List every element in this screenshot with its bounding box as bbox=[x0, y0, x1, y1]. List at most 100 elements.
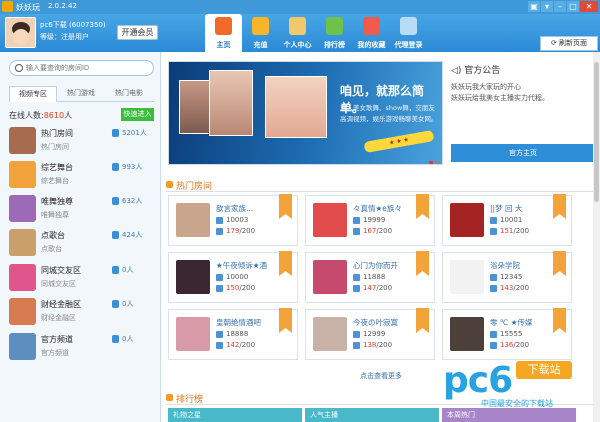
room-name: 々真情★e族々 bbox=[353, 204, 402, 213]
room-name: 浴朵学院 bbox=[490, 261, 520, 270]
room-online: 167 bbox=[363, 227, 377, 235]
nav-profile[interactable]: 个人中心 bbox=[279, 14, 316, 52]
room-online: 143 bbox=[500, 284, 514, 292]
category-count: 5201人 bbox=[122, 129, 147, 137]
notice-title-text: 官方公告 bbox=[464, 66, 501, 76]
room-card[interactable]: 々真情★e族々 19999 167/200 bbox=[305, 194, 435, 246]
promo-banner[interactable]: 咱见，就那么简单。 真人美女歌舞、show舞，交朋友高调视频，娱乐游戏畅聊美女网… bbox=[168, 61, 443, 165]
main-scrollbar[interactable] bbox=[593, 52, 600, 422]
category-item[interactable]: 同城交友区 同城交友区 0人 bbox=[9, 262, 157, 295]
category-item[interactable]: 官方频道 官方频道 0人 bbox=[9, 331, 157, 364]
id-icon bbox=[216, 274, 223, 281]
room-capacity: /200 bbox=[376, 227, 393, 235]
nav-home[interactable]: 主页 bbox=[205, 14, 242, 52]
close-button[interactable]: ✕ bbox=[580, 1, 598, 12]
room-capacity: /200 bbox=[239, 227, 256, 235]
room-search-input[interactable] bbox=[26, 63, 151, 74]
skin-icon[interactable]: ▣ bbox=[528, 1, 540, 12]
refresh-page-button[interactable]: ⟳ 刷新页面 bbox=[540, 36, 598, 51]
refresh-label: 刷新页面 bbox=[559, 39, 588, 47]
user-icon bbox=[112, 129, 119, 137]
menu-icon[interactable]: ▾ bbox=[541, 1, 553, 12]
category-item[interactable]: 唯舞独尊 唯舞独尊 632人 bbox=[9, 193, 157, 226]
banner-dot[interactable] bbox=[429, 161, 433, 164]
user-icon bbox=[216, 228, 223, 235]
bookmark-ribbon-icon[interactable] bbox=[279, 251, 292, 276]
room-thumbnail bbox=[450, 203, 484, 237]
maximize-button[interactable]: □ bbox=[567, 1, 579, 12]
user-icon bbox=[216, 285, 223, 292]
tab-movies[interactable]: 热门电影 bbox=[105, 86, 153, 102]
category-thumbnail bbox=[9, 264, 36, 291]
nav-recharge[interactable]: 充值 bbox=[242, 14, 279, 52]
room-card[interactable]: 零 ℃ ★传媒 15555 136/200 bbox=[442, 308, 572, 360]
bookmark-ribbon-icon[interactable] bbox=[553, 194, 566, 219]
category-item[interactable]: 点歌台 点歌台 424人 bbox=[9, 227, 157, 260]
notice-title: ◁) 官方公告 bbox=[451, 63, 500, 76]
rank-tab-popular-host[interactable]: 人气主播 bbox=[305, 408, 439, 422]
nav-label: 充值 bbox=[253, 41, 268, 49]
user-icon bbox=[112, 163, 119, 171]
room-card[interactable]: ||梦 回 大 10001 151/200 bbox=[442, 194, 572, 246]
bookmark-ribbon-icon[interactable] bbox=[279, 194, 292, 219]
room-card[interactable]: 歆言家族... 10003 179/200 bbox=[168, 194, 298, 246]
category-item[interactable]: 综艺舞台 综艺舞台 993人 bbox=[9, 159, 157, 192]
nav-favorites[interactable]: 我的收藏 bbox=[353, 14, 390, 52]
notice-line: 妖妖玩我大家玩的开心 bbox=[451, 83, 521, 91]
rank-tab-gift-star[interactable]: 礼物之星 bbox=[168, 408, 302, 422]
minimize-button[interactable]: – bbox=[554, 1, 566, 12]
bookmark-ribbon-icon[interactable] bbox=[416, 251, 429, 276]
category-item[interactable]: 热门房间 热门房间 5201人 bbox=[9, 125, 157, 158]
section-icon bbox=[166, 181, 173, 188]
scrollbar-thumb[interactable] bbox=[594, 62, 599, 202]
room-online: 150 bbox=[226, 284, 240, 292]
user-icon bbox=[353, 228, 360, 235]
category-tabs: 视频专区 热门游戏 热门电影 bbox=[9, 86, 154, 102]
room-card[interactable]: 今夜の叶寂寞 12999 138/200 bbox=[305, 308, 435, 360]
category-name: 唯舞独尊 bbox=[41, 197, 73, 206]
banner-photo bbox=[209, 70, 253, 136]
category-name: 官方频道 bbox=[41, 335, 73, 344]
user-icon bbox=[112, 335, 119, 343]
id-icon bbox=[490, 217, 497, 224]
room-online: 136 bbox=[500, 341, 514, 349]
avatar[interactable] bbox=[5, 17, 36, 48]
room-thumbnail bbox=[450, 317, 484, 351]
tab-video[interactable]: 视频专区 bbox=[9, 86, 57, 102]
room-thumbnail bbox=[313, 317, 347, 351]
category-item[interactable]: 财经金融区 财经金融区 0人 bbox=[9, 296, 157, 329]
room-card[interactable]: 浴朵学院 12345 143/200 bbox=[442, 251, 572, 303]
category-sub: 点歌台 bbox=[41, 245, 62, 253]
room-id: 15555 bbox=[500, 330, 523, 338]
room-online: 151 bbox=[500, 227, 514, 235]
tab-games[interactable]: 热门游戏 bbox=[57, 86, 105, 102]
room-card[interactable]: 心门为你而开 11888 147/200 bbox=[305, 251, 435, 303]
quick-enter-button[interactable]: 快速进入 bbox=[121, 108, 154, 121]
room-card[interactable]: ★午夜倾诉★酒 10000 150/200 bbox=[168, 251, 298, 303]
bar-chart-icon bbox=[326, 17, 343, 35]
open-vip-button[interactable]: 开通会员 bbox=[117, 25, 158, 40]
room-occupancy: 143/200 bbox=[500, 284, 529, 292]
room-capacity: /200 bbox=[376, 284, 393, 292]
bookmark-ribbon-icon[interactable] bbox=[553, 251, 566, 276]
room-card[interactable]: 皇朝绝情酒吧 18888 142/200 bbox=[168, 308, 298, 360]
banner-dot[interactable] bbox=[436, 161, 440, 164]
bookmark-ribbon-icon[interactable] bbox=[416, 194, 429, 219]
room-capacity: /200 bbox=[513, 284, 530, 292]
official-homepage-button[interactable]: 官方主页 bbox=[451, 144, 595, 162]
room-occupancy: 136/200 bbox=[500, 341, 529, 349]
room-occupancy: 147/200 bbox=[363, 284, 392, 292]
room-id: 12999 bbox=[363, 330, 386, 338]
nav-agent-login[interactable]: 代理登录 bbox=[390, 14, 427, 52]
nav-ranking[interactable]: 排行榜 bbox=[316, 14, 353, 52]
bookmark-ribbon-icon[interactable] bbox=[553, 308, 566, 333]
nav-label: 我的收藏 bbox=[357, 41, 386, 49]
bookmark-ribbon-icon[interactable] bbox=[416, 308, 429, 333]
room-name: ||梦 回 大 bbox=[490, 204, 523, 213]
banner-subtext: 真人美女歌舞、show舞，交朋友高调视频，娱乐游戏畅聊美女网。 bbox=[340, 104, 438, 123]
bookmark-ribbon-icon[interactable] bbox=[279, 308, 292, 333]
id-icon bbox=[216, 331, 223, 338]
user-level: 等级：注册用户 bbox=[40, 33, 89, 41]
watermark-brand: pc6 bbox=[443, 360, 513, 401]
category-thumbnail bbox=[9, 229, 36, 256]
